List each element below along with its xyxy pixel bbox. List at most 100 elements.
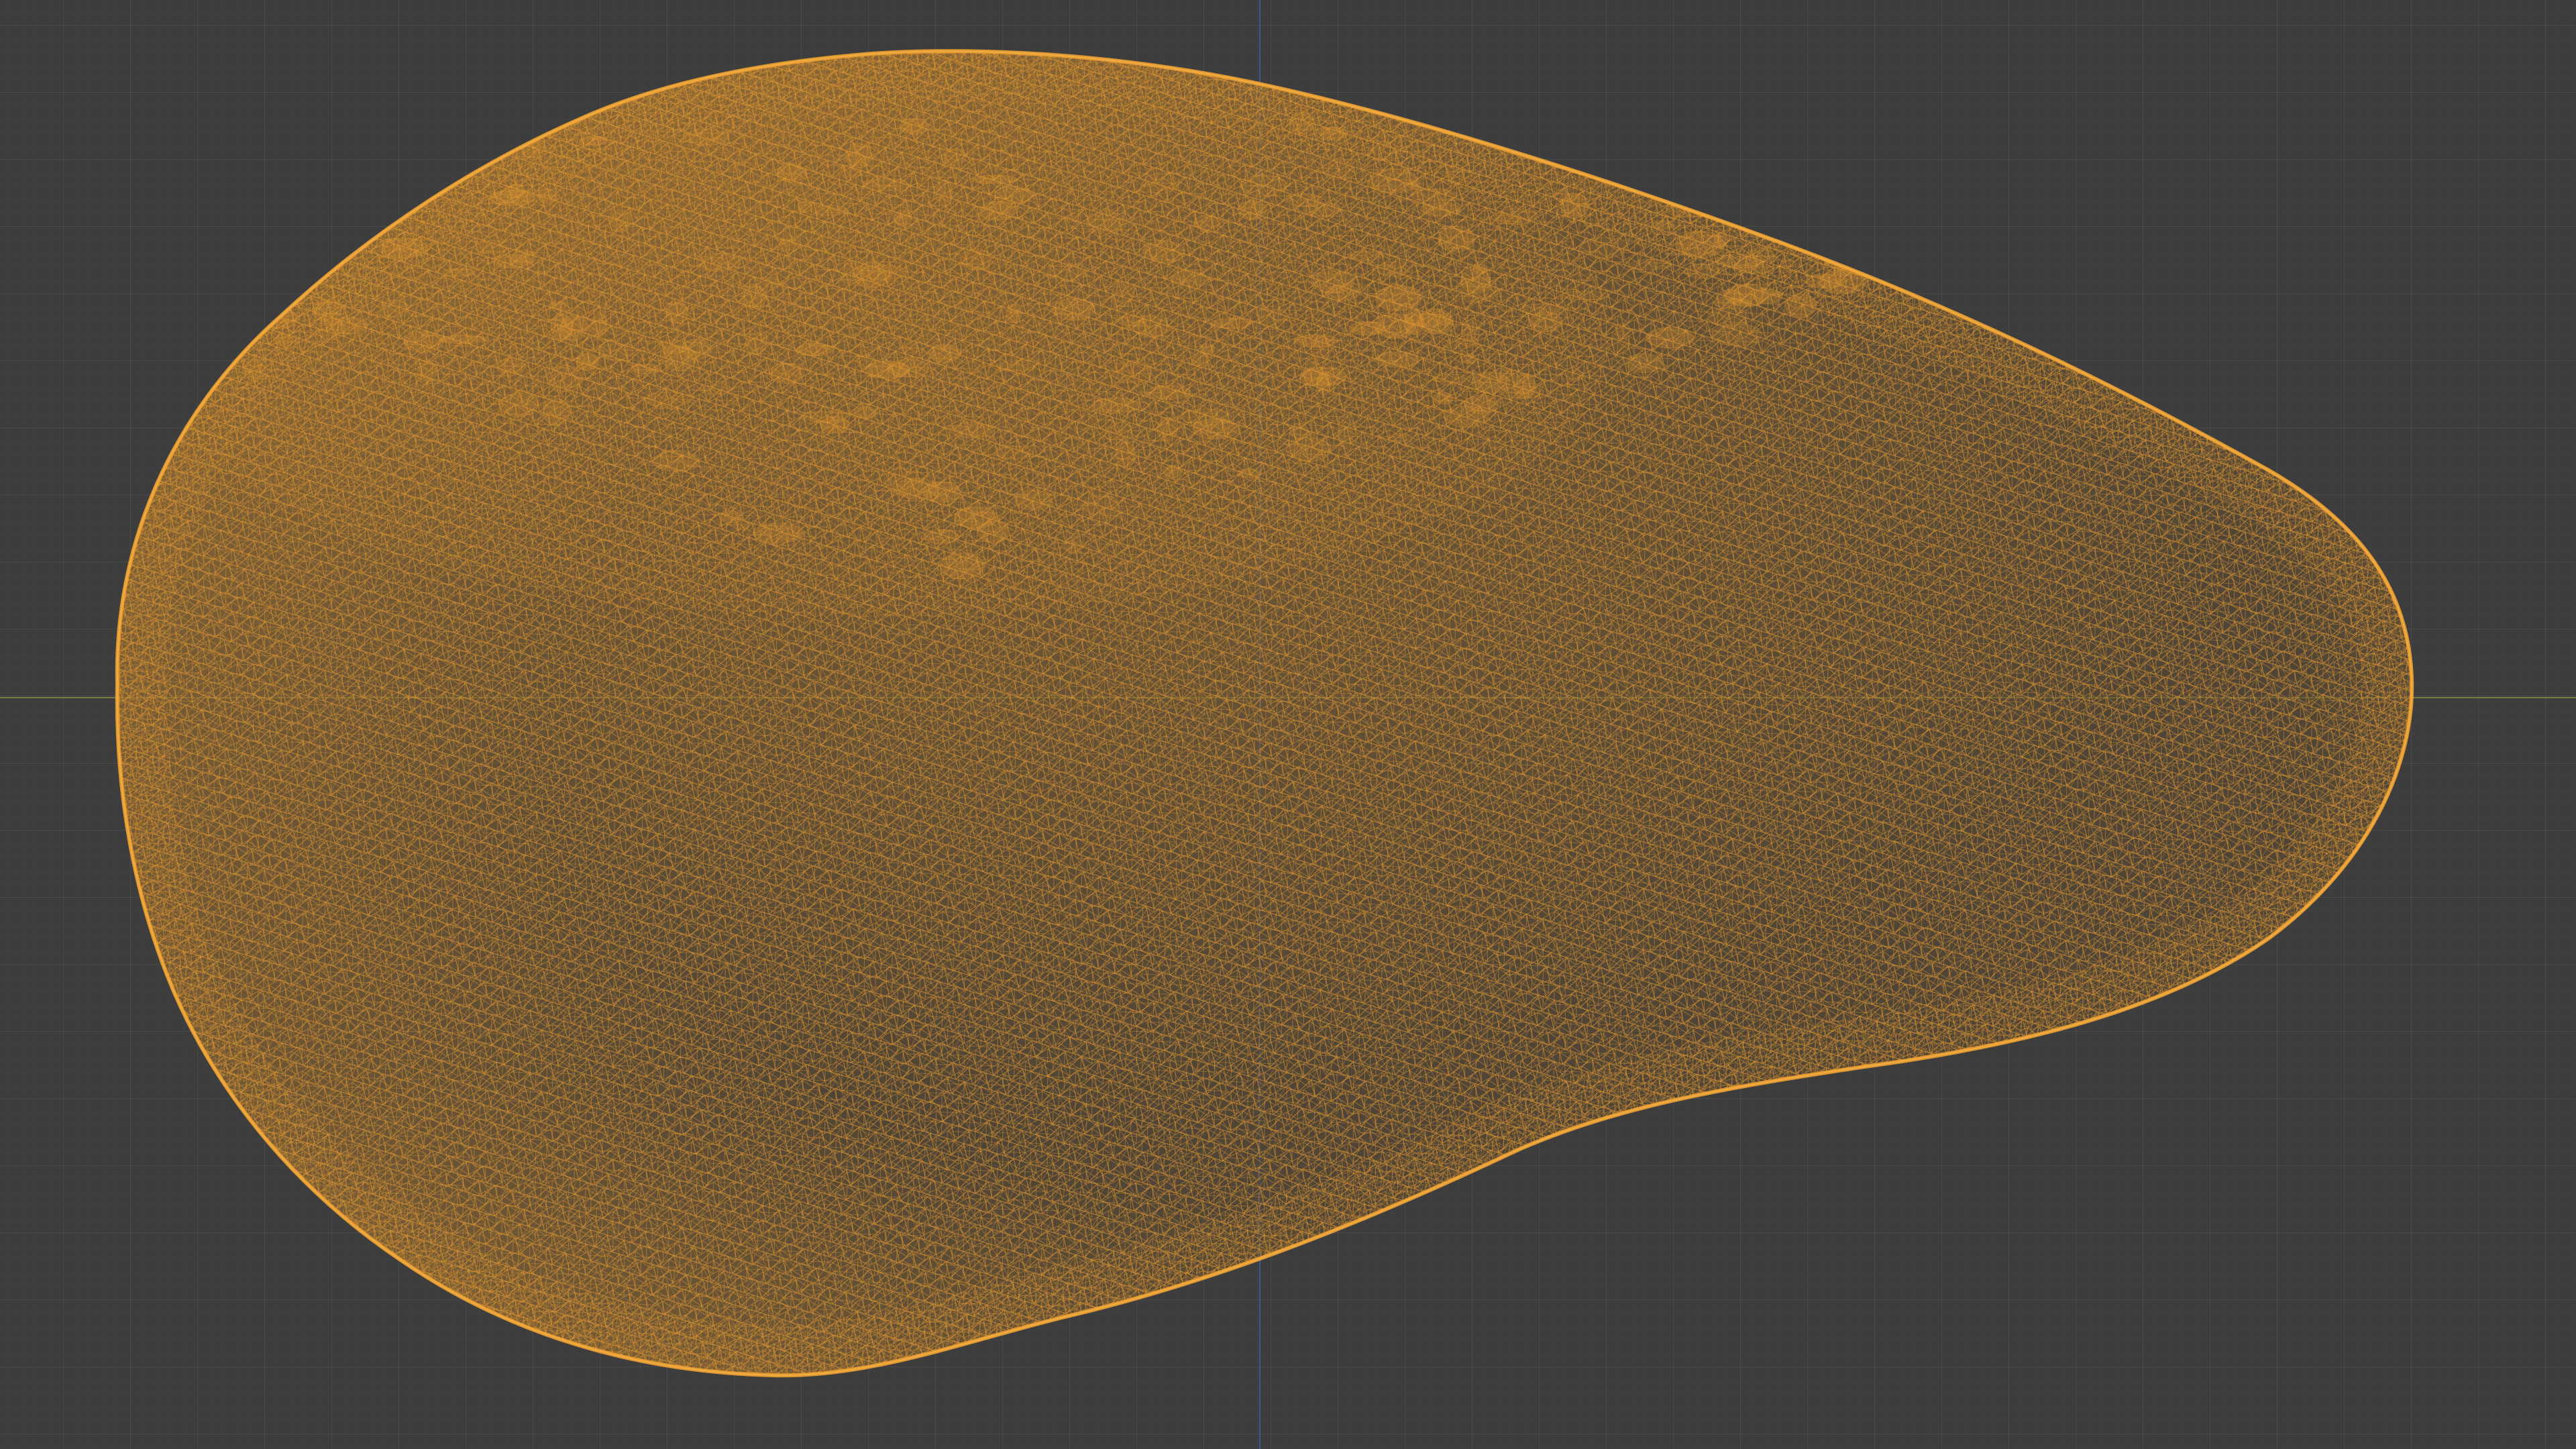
mesh-bump xyxy=(950,422,994,439)
mesh-bump xyxy=(290,151,308,162)
mesh-bump xyxy=(863,178,909,191)
mesh-bump xyxy=(253,260,298,280)
mesh-bump xyxy=(549,301,568,310)
mesh-bump xyxy=(1650,123,1682,144)
mesh-bump xyxy=(1738,168,1779,186)
mesh-bump xyxy=(1442,338,1479,350)
mesh-bump xyxy=(1815,232,1856,259)
mesh-bump xyxy=(1911,134,1945,155)
mesh-bump xyxy=(294,159,331,182)
mesh-bump xyxy=(1603,135,1652,159)
mesh-bump xyxy=(1711,156,1752,168)
mesh-bump xyxy=(1778,140,1811,149)
mesh-bump xyxy=(996,361,1036,372)
avocado-mesh[interactable] xyxy=(0,0,2576,1449)
mesh-bump xyxy=(283,229,323,250)
mesh-bump xyxy=(538,189,557,204)
mesh-bump xyxy=(1904,202,1945,216)
mesh-bump xyxy=(1779,257,1794,276)
mesh-bump xyxy=(1900,246,1945,273)
mesh-bump xyxy=(1479,215,1525,224)
mesh-bump xyxy=(1157,417,1178,441)
mesh-bump xyxy=(841,262,864,284)
mesh-body xyxy=(117,51,2412,1376)
mesh-bump xyxy=(1513,372,1536,400)
mesh-bump xyxy=(977,521,1009,543)
mesh-bump xyxy=(1687,177,1713,189)
mesh-bump xyxy=(1322,160,1354,180)
mesh-bump xyxy=(387,184,426,199)
mesh-bump xyxy=(900,343,919,354)
mesh-bump xyxy=(1146,385,1191,400)
mesh-bump xyxy=(439,335,487,345)
mesh-bump xyxy=(1240,174,1288,197)
mesh-bump xyxy=(1046,263,1088,281)
mesh-bump xyxy=(1712,323,1762,347)
mesh-bump xyxy=(303,109,349,134)
mesh-bump xyxy=(226,266,276,279)
mesh-bump xyxy=(275,333,294,347)
mesh-bump xyxy=(1823,116,1870,135)
mesh-bump xyxy=(810,205,849,216)
mesh-bump xyxy=(1715,298,1753,309)
mesh-bump xyxy=(1675,231,1725,258)
mesh-bump xyxy=(559,315,588,341)
mesh-bump xyxy=(227,117,257,128)
mesh-bump xyxy=(1065,537,1082,553)
mesh-bump xyxy=(1937,182,1962,201)
mesh-bump xyxy=(683,129,729,146)
mesh-bump xyxy=(1374,351,1419,368)
mesh-bump xyxy=(1858,229,1901,254)
mesh-bump xyxy=(1086,211,1127,235)
mesh-bump xyxy=(1839,206,1859,219)
mesh-bump xyxy=(1461,319,1478,342)
mesh-bump xyxy=(940,552,985,580)
mesh-bump xyxy=(244,360,266,382)
mesh-bump xyxy=(1347,251,1385,261)
mesh-bump xyxy=(1142,173,1179,194)
mesh-bump xyxy=(1446,164,1465,185)
3d-viewport[interactable] xyxy=(0,0,2576,1449)
mesh-bump xyxy=(1460,277,1499,303)
mesh-bump xyxy=(1318,126,1349,140)
mesh-bump xyxy=(307,184,341,204)
mesh-bump xyxy=(379,300,409,317)
mesh-bump xyxy=(456,153,486,163)
mesh-bump xyxy=(1210,318,1252,329)
mesh-bump xyxy=(1193,215,1220,231)
mesh-bump xyxy=(1725,133,1760,150)
mesh-bump xyxy=(1652,219,1674,230)
mesh-bump xyxy=(403,331,443,353)
mesh-bump xyxy=(899,118,928,135)
mesh-bump xyxy=(1753,288,1783,305)
mesh-bump xyxy=(1580,237,1627,259)
mesh-bump xyxy=(1091,397,1140,414)
mesh-bump xyxy=(1438,225,1475,253)
mesh-bump xyxy=(1566,370,1584,382)
mesh-bump xyxy=(1613,138,1663,156)
mesh-bump xyxy=(1433,392,1454,405)
mesh-bump xyxy=(1403,309,1424,335)
mesh-bump xyxy=(598,343,634,361)
mesh-bump xyxy=(1805,273,1847,288)
mesh-bump xyxy=(549,364,583,392)
mesh-bump xyxy=(1852,213,1890,226)
mesh-bump xyxy=(374,132,407,144)
mesh-bump xyxy=(1133,317,1170,338)
mesh-bump xyxy=(894,478,939,500)
mesh-bump xyxy=(1831,113,1851,129)
mesh-bump xyxy=(378,237,428,259)
mesh-bump xyxy=(1796,229,1837,252)
mesh-bump xyxy=(269,262,319,271)
mesh-bump xyxy=(1529,137,1554,154)
mesh-bump xyxy=(1014,490,1053,511)
mesh-bump xyxy=(275,242,303,259)
mesh-bump xyxy=(1348,321,1385,336)
mesh-bump xyxy=(1371,133,1407,160)
mesh-bump xyxy=(698,385,731,394)
mesh-bump xyxy=(1470,372,1511,394)
mesh-bump xyxy=(1338,421,1354,447)
mesh-bump xyxy=(631,364,661,374)
mesh-bump xyxy=(285,231,322,241)
mesh-bump xyxy=(312,299,342,323)
